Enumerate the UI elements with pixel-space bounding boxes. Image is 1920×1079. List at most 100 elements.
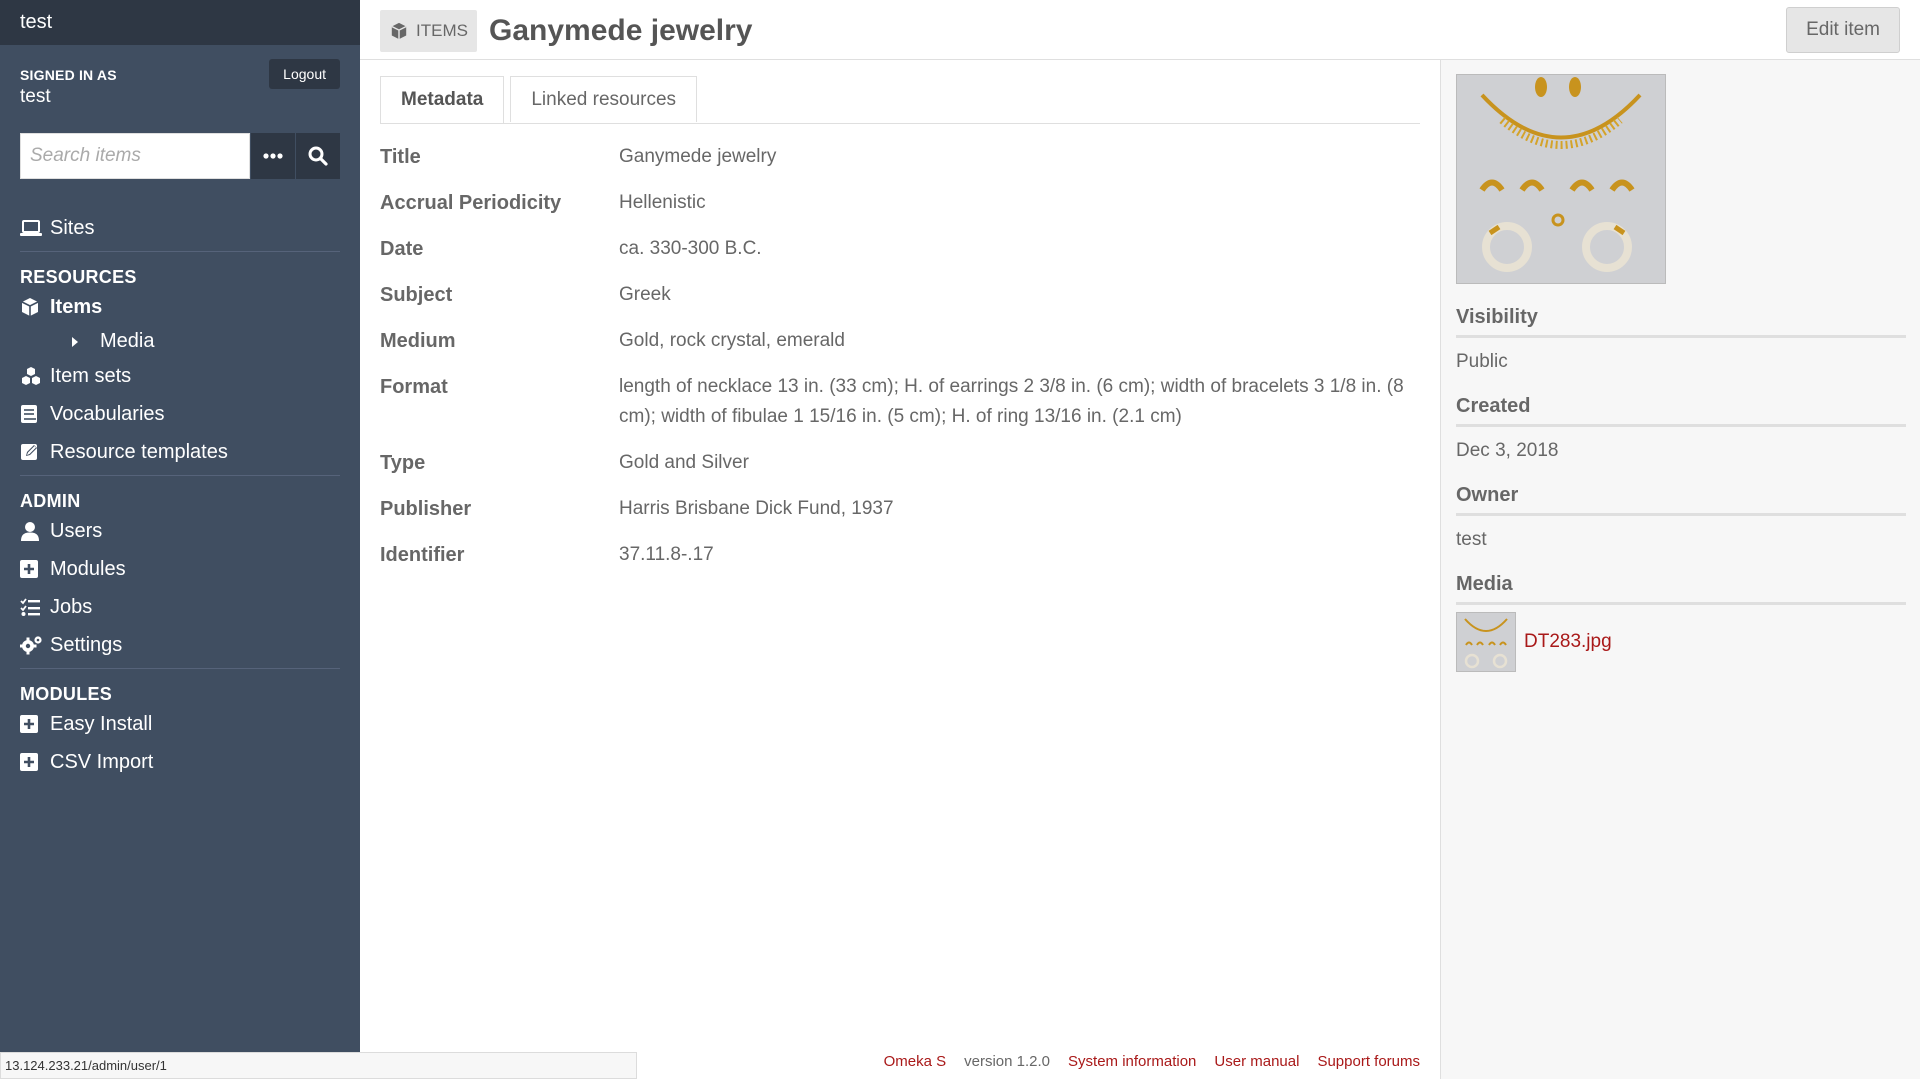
visibility-value: Public — [1456, 351, 1508, 372]
property-row: Medium Gold, rock crystal, emerald — [380, 326, 1420, 356]
property-label: Type — [380, 452, 426, 474]
advanced-search-button[interactable] — [251, 133, 295, 179]
property-label: Subject — [380, 284, 453, 306]
property-row: Date ca. 330-300 B.C. — [380, 234, 1420, 264]
support-forums-link[interactable]: Support forums — [1317, 1053, 1420, 1070]
nav-media[interactable]: Media — [20, 326, 340, 357]
jewelry-image — [1457, 613, 1515, 671]
logout-button[interactable]: Logout — [269, 59, 340, 89]
media-list-item: DT283.jpg — [1456, 612, 1905, 672]
property-value: Hellenistic — [619, 192, 706, 213]
cube-icon — [391, 22, 407, 40]
property-row: Type Gold and Silver — [380, 448, 1420, 478]
item-thumbnail[interactable] — [1456, 74, 1666, 284]
media-file-link[interactable]: DT283.jpg — [1524, 631, 1612, 653]
owner-heading: Owner — [1456, 484, 1906, 516]
version-text: version 1.2.0 — [964, 1052, 1051, 1070]
plus-square-icon — [20, 560, 50, 578]
property-value: Ganymede jewelry — [619, 146, 777, 167]
nav-jobs-label: Jobs — [50, 595, 93, 618]
search-icon — [308, 146, 328, 166]
user-manual-link[interactable]: User manual — [1214, 1053, 1299, 1070]
nav-item-sets-label: Item sets — [50, 364, 132, 387]
visibility-section: Visibility Public — [1456, 306, 1906, 373]
property-value: ca. 330-300 B.C. — [619, 238, 762, 259]
property-label: Date — [380, 238, 424, 260]
edit-item-button[interactable]: Edit item — [1786, 7, 1900, 53]
nav-users[interactable]: Users — [20, 512, 340, 550]
property-row: Identifier 37.11.8-.17 — [380, 540, 1420, 570]
nav-settings-label: Settings — [50, 633, 123, 656]
nav-sites[interactable]: Sites — [20, 209, 340, 247]
property-label: Title — [380, 146, 421, 168]
property-value: 37.11.8-.17 — [619, 544, 714, 565]
laptop-icon — [20, 220, 50, 236]
nav-divider — [20, 668, 340, 669]
nav-modules-label: Modules — [50, 557, 126, 580]
nav-jobs[interactable]: Jobs — [20, 588, 340, 626]
nav-divider — [20, 475, 340, 476]
nav-vocabularies[interactable]: Vocabularies — [20, 395, 340, 433]
property-value: Gold, rock crystal, emerald — [619, 330, 845, 351]
nav-items-label: Items — [50, 295, 103, 318]
metadata-list: Title Ganymede jewelry Accrual Periodici… — [380, 142, 1420, 570]
visibility-heading: Visibility — [1456, 306, 1906, 338]
book-icon — [20, 404, 50, 424]
main-content: Metadata Linked resources Title Ganymede… — [380, 60, 1420, 586]
section-label: ITEMS — [416, 21, 468, 40]
nav-item-sets[interactable]: Item sets — [20, 357, 340, 395]
property-row: Title Ganymede jewelry — [380, 142, 1420, 172]
cube-icon — [20, 297, 50, 317]
main-navigation: Sites RESOURCES Items Media Item sets Vo… — [0, 209, 360, 781]
created-heading: Created — [1456, 395, 1906, 427]
user-icon — [20, 521, 50, 541]
nav-settings[interactable]: Settings — [20, 626, 340, 664]
created-section: Created Dec 3, 2018 — [1456, 395, 1906, 462]
site-title[interactable]: test — [0, 0, 360, 45]
nav-resource-templates[interactable]: Resource templates — [20, 433, 340, 471]
property-label: Accrual Periodicity — [380, 192, 562, 214]
nav-heading-resources: RESOURCES — [20, 267, 137, 287]
nav-heading-modules: MODULES — [20, 684, 113, 704]
omeka-link[interactable]: Omeka S — [884, 1053, 947, 1070]
tab-linked-resources[interactable]: Linked resources — [510, 76, 698, 122]
property-value: Greek — [619, 284, 671, 305]
cubes-icon — [20, 366, 50, 386]
caret-right-icon — [50, 336, 100, 348]
browser-status-url: 13.124.233.21/admin/user/1 — [0, 1052, 637, 1079]
nav-media-label: Media — [100, 330, 155, 352]
property-value: Gold and Silver — [619, 452, 749, 473]
nav-modules[interactable]: Modules — [20, 550, 340, 588]
page-title: Ganymede jewelry — [489, 14, 753, 47]
nav-easy-install-label: Easy Install — [50, 712, 153, 735]
property-row: Accrual Periodicity Hellenistic — [380, 188, 1420, 218]
ellipsis-icon — [263, 153, 283, 159]
tab-metadata[interactable]: Metadata — [380, 76, 505, 123]
current-user-link[interactable]: test — [20, 86, 340, 108]
media-thumbnail[interactable] — [1456, 612, 1516, 672]
nav-users-label: Users — [50, 519, 103, 542]
jewelry-image — [1457, 75, 1665, 283]
nav-divider — [20, 251, 340, 252]
gears-icon — [20, 635, 50, 655]
nav-resource-templates-label: Resource templates — [50, 440, 228, 463]
tasks-icon — [20, 598, 50, 616]
search-input[interactable] — [20, 133, 250, 179]
nav-easy-install[interactable]: Easy Install — [20, 705, 340, 743]
property-label: Publisher — [380, 498, 472, 520]
property-row: Publisher Harris Brisbane Dick Fund, 193… — [380, 494, 1420, 524]
user-bar: SIGNED IN AS test Logout — [0, 45, 360, 115]
search-button[interactable] — [296, 133, 340, 179]
property-label: Identifier — [380, 544, 465, 566]
created-value: Dec 3, 2018 — [1456, 440, 1559, 461]
section-tabs: Metadata Linked resources — [380, 76, 1420, 124]
property-value: length of necklace 13 in. (33 cm); H. of… — [619, 376, 1404, 427]
nav-csv-import[interactable]: CSV Import — [20, 743, 340, 781]
plus-square-icon — [20, 753, 50, 771]
property-label: Format — [380, 376, 448, 398]
nav-items[interactable]: Items — [20, 288, 340, 326]
system-info-link[interactable]: System information — [1068, 1053, 1196, 1070]
property-row: Format length of necklace 13 in. (33 cm)… — [380, 372, 1420, 432]
section-badge: ITEMS — [380, 10, 477, 52]
owner-value: test — [1456, 529, 1487, 550]
